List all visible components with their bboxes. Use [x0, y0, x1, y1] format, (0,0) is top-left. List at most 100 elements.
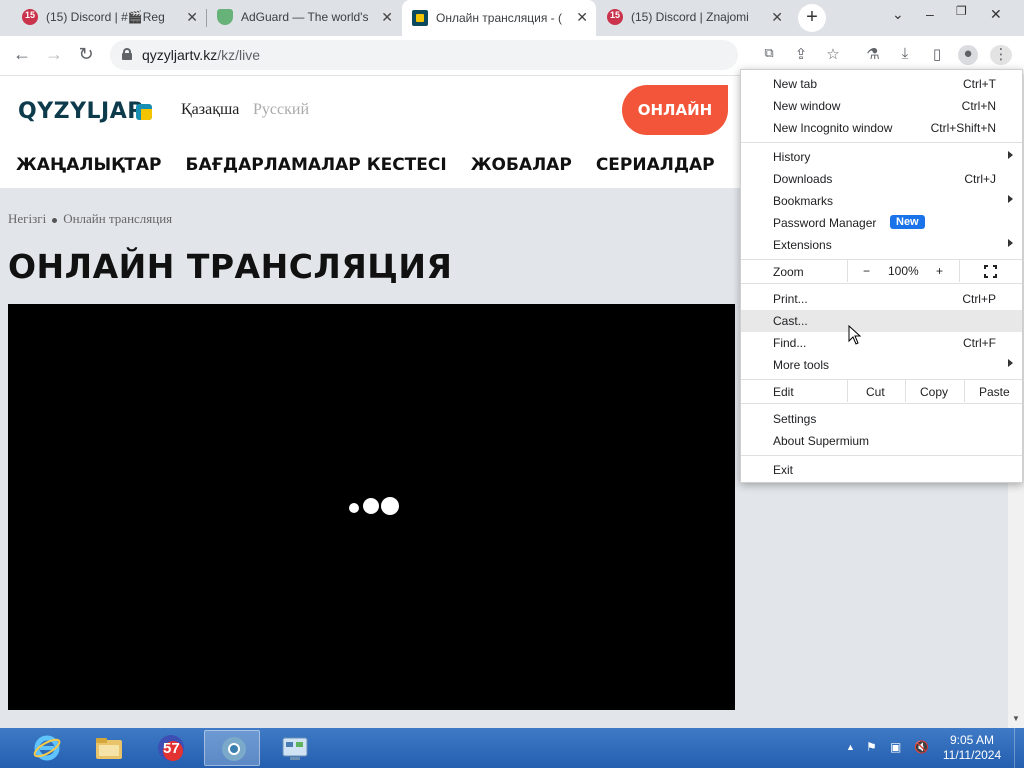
clock-date: 11/11/2024	[942, 748, 1002, 762]
zoom-in-button[interactable]: +	[936, 264, 943, 278]
tab-title: Онлайн трансляция - (	[436, 11, 563, 25]
url-text[interactable]: qyzyljartv.kz/kz/live	[142, 47, 260, 63]
tab-discord-znajomi[interactable]: (15) Discord | Znajomi ✕	[597, 0, 791, 34]
taskbar-app-badge[interactable]: 57	[142, 730, 198, 766]
cut-button[interactable]: Cut	[866, 385, 885, 399]
discord-icon	[607, 9, 623, 25]
menu-item-settings[interactable]: Settings	[741, 408, 1022, 430]
menu-item-new-incognito[interactable]: New Incognito window Ctrl+Shift+N	[741, 117, 1022, 139]
adguard-shield-icon	[217, 9, 233, 25]
scroll-down-icon[interactable]: ▼	[1012, 714, 1020, 723]
menu-kebab-icon[interactable]: ⋮	[990, 45, 1012, 65]
browser-icon	[222, 737, 246, 761]
taskbar-clock[interactable]: 9:05 AM 11/11/2024	[938, 733, 1006, 763]
video-player[interactable]	[8, 304, 735, 710]
folder-icon	[96, 738, 122, 759]
nav-item-schedule[interactable]: БАҒДАРЛАМАЛАР КЕСТЕСІ	[186, 155, 447, 175]
clock-time: 9:05 AM	[949, 733, 995, 747]
close-tab-icon[interactable]: ✕	[381, 9, 393, 25]
language-kazakh-link[interactable]: Қазақша	[181, 101, 239, 119]
logo-mark-icon[interactable]	[136, 104, 152, 120]
side-panel-icon[interactable]: ▯	[926, 45, 948, 65]
menu-item-find[interactable]: Find... Ctrl+F	[741, 332, 1022, 354]
back-icon[interactable]: ←	[10, 44, 34, 65]
browser-main-menu: New tab Ctrl+T New window Ctrl+N New Incog…	[740, 69, 1023, 483]
forward-icon[interactable]: →	[42, 44, 66, 65]
menu-item-new-window[interactable]: New window Ctrl+N	[741, 95, 1022, 117]
nav-item-news[interactable]: ЖАҢАЛЫҚТАР	[16, 155, 162, 175]
tab-title: (15) Discord | Znajomi	[631, 10, 749, 24]
menu-separator	[741, 283, 1022, 284]
taskbar-supermium-browser[interactable]	[204, 730, 260, 766]
control-panel-icon	[282, 737, 308, 760]
windows-taskbar: 57 ▲ ⚑ ▣ 🔇 9:05 AM 11/11/2024	[0, 728, 1024, 768]
online-button[interactable]: ОНЛАЙН	[622, 85, 728, 135]
menu-item-downloads[interactable]: Downloads Ctrl+J	[741, 168, 1022, 190]
zoom-label: Zoom	[773, 265, 804, 279]
copy-button[interactable]: Copy	[920, 385, 948, 399]
taskbar-file-explorer[interactable]	[80, 730, 136, 766]
breadcrumb-home-link[interactable]: Негізгі	[8, 211, 46, 226]
tab-search-chevron-icon[interactable]: ⌄	[892, 6, 904, 23]
new-tab-button[interactable]: +	[798, 4, 826, 32]
zoom-level: 100%	[888, 264, 919, 278]
bookmark-star-icon[interactable]: ☆	[822, 45, 844, 65]
lock-icon[interactable]	[122, 48, 132, 60]
tray-expand-icon[interactable]: ▲	[846, 742, 855, 752]
share-icon[interactable]: ⇪	[790, 45, 812, 65]
menu-item-new-tab[interactable]: New tab Ctrl+T	[741, 73, 1022, 95]
labs-flask-icon[interactable]: ⚗	[862, 45, 884, 65]
menu-separator	[741, 403, 1022, 404]
menu-item-password-manager[interactable]: Password Manager New	[741, 212, 1022, 234]
fullscreen-icon[interactable]	[984, 265, 997, 278]
profile-avatar-icon[interactable]: ●	[958, 45, 978, 65]
action-center-flag-icon[interactable]: ⚑	[866, 740, 877, 754]
menu-separator	[741, 142, 1022, 143]
show-desktop-button[interactable]	[1014, 728, 1024, 768]
qyzyljar-icon	[412, 10, 428, 26]
site-logo[interactable]: QYZYLJAR	[18, 99, 145, 124]
menu-item-history[interactable]: History	[741, 146, 1022, 168]
menu-item-exit[interactable]: Exit	[741, 459, 1022, 481]
nav-item-series[interactable]: СЕРИАЛДАР	[596, 155, 715, 175]
window-close-icon[interactable]: ✕	[990, 6, 1002, 23]
zoom-out-button[interactable]: −	[863, 264, 870, 278]
language-russian-link[interactable]: Русский	[253, 101, 309, 119]
close-tab-icon[interactable]: ✕	[771, 9, 783, 25]
menu-item-bookmarks[interactable]: Bookmarks	[741, 190, 1022, 212]
menu-item-print[interactable]: Print... Ctrl+P	[741, 288, 1022, 310]
taskbar-control-panel[interactable]	[266, 730, 322, 766]
tab-adguard[interactable]: AdGuard — The world's ✕	[207, 0, 401, 34]
discord-icon	[22, 9, 38, 25]
reload-icon[interactable]: ↻	[74, 44, 98, 65]
menu-item-more-tools[interactable]: More tools	[741, 354, 1022, 376]
minimize-icon[interactable]: –	[926, 6, 934, 22]
volume-muted-icon[interactable]: 🔇	[914, 740, 929, 754]
menu-item-cast[interactable]: Cast...	[741, 310, 1022, 332]
menu-separator	[741, 455, 1022, 456]
mouse-cursor-icon	[848, 325, 862, 345]
restore-icon[interactable]: ❐	[956, 4, 967, 18]
submenu-arrow-icon	[1008, 151, 1013, 159]
paste-button[interactable]: Paste	[979, 385, 1010, 399]
taskbar-internet-explorer[interactable]	[18, 730, 74, 766]
menu-item-extensions[interactable]: Extensions	[741, 234, 1022, 256]
main-nav: ЖАҢАЛЫҚТАР БАҒДАРЛАМАЛАР КЕСТЕСІ ЖОБАЛАР…	[16, 155, 715, 175]
close-tab-icon[interactable]: ✕	[186, 9, 198, 25]
tab-title: AdGuard — The world's	[241, 10, 369, 24]
breadcrumb-current: Онлайн трансляция	[63, 211, 173, 226]
submenu-arrow-icon	[1008, 239, 1013, 247]
nav-item-projects[interactable]: ЖОБАЛАР	[471, 155, 572, 175]
new-badge: New	[890, 215, 925, 229]
address-bar[interactable]: qyzyljartv.kz/kz/live	[110, 40, 738, 70]
menu-zoom-row: Zoom − 100% +	[741, 260, 1022, 282]
menu-item-about[interactable]: About Supermium	[741, 430, 1022, 452]
taskbar-badge-count: 57	[163, 740, 180, 757]
tab-online-broadcast[interactable]: Онлайн трансляция - ( ✕	[402, 0, 596, 36]
tab-discord-reg[interactable]: (15) Discord | #🎬Reg ✕	[12, 0, 206, 34]
close-tab-icon[interactable]: ✕	[576, 9, 588, 25]
breadcrumb: Негізгі Онлайн трансляция	[8, 211, 172, 227]
network-icon[interactable]: ▣	[890, 740, 901, 754]
download-icon[interactable]: ⤓	[894, 45, 916, 65]
translate-icon[interactable]: ⧉	[758, 45, 780, 65]
